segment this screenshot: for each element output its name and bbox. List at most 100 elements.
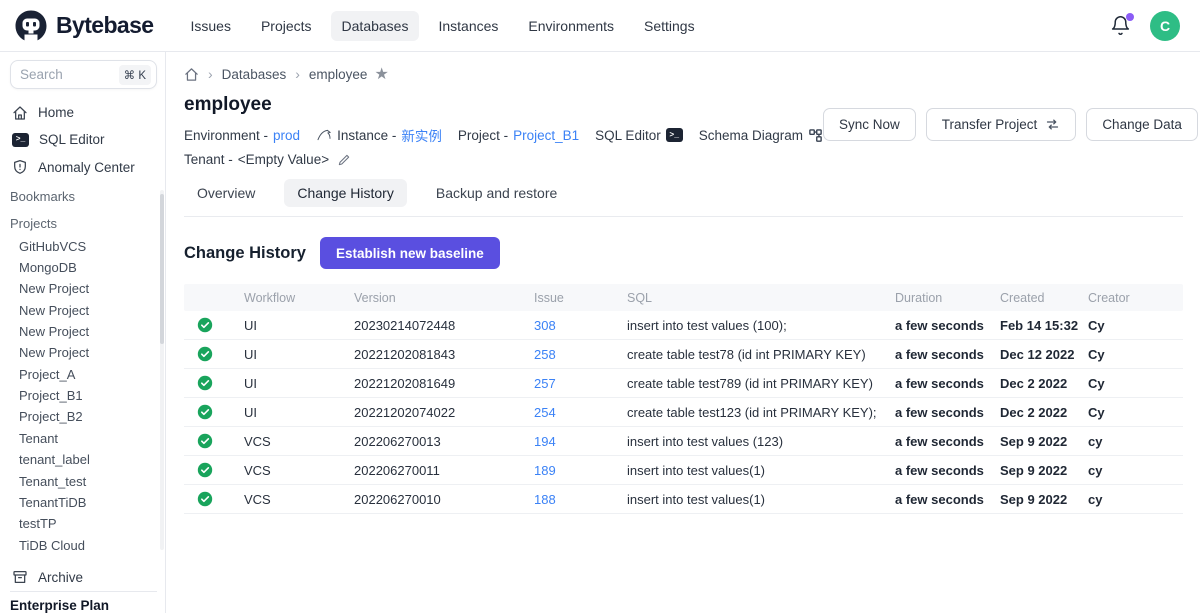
sidebar-project-item[interactable]: New Project bbox=[10, 278, 157, 299]
version-cell: 202206270011 bbox=[354, 463, 534, 478]
breadcrumb-databases[interactable]: Databases bbox=[222, 67, 287, 82]
nav-item[interactable]: Environments bbox=[517, 11, 625, 41]
workflow-cell: UI bbox=[244, 347, 354, 362]
sql-cell: create table test123 (id int PRIMARY KEY… bbox=[627, 405, 895, 420]
issue-link[interactable]: 194 bbox=[534, 434, 627, 449]
issue-link[interactable]: 189 bbox=[534, 463, 627, 478]
tenant-value: <Empty Value> bbox=[238, 152, 329, 167]
issue-link[interactable]: 308 bbox=[534, 318, 627, 333]
created-cell: Sep 9 2022 bbox=[1000, 492, 1088, 507]
issue-link[interactable]: 254 bbox=[534, 405, 627, 420]
edit-pencil-icon[interactable] bbox=[337, 153, 351, 167]
instance-link[interactable]: 新实例 bbox=[401, 125, 442, 145]
projects-section-label: Projects bbox=[10, 212, 157, 235]
sidebar-item-home[interactable]: Home bbox=[10, 99, 157, 126]
project-label: Project - bbox=[458, 128, 508, 143]
sidebar-item-archive[interactable]: Archive bbox=[10, 564, 157, 591]
version-cell: 20221202074022 bbox=[354, 405, 534, 420]
table-row[interactable]: UI 20221202081843 258 create table test7… bbox=[184, 340, 1183, 369]
db-meta-line-2: Tenant - <Empty Value> bbox=[184, 152, 823, 167]
db-tab[interactable]: Change History bbox=[284, 179, 407, 207]
sidebar-project-item[interactable]: New Project bbox=[10, 342, 157, 363]
sql-editor-shortcut[interactable]: SQL Editor >_ bbox=[595, 128, 683, 143]
sidebar-project-item[interactable]: TiDB Cloud bbox=[10, 534, 157, 555]
db-action-button[interactable]: Sync Now bbox=[823, 108, 916, 141]
sidebar-project-item[interactable]: Project_B2 bbox=[10, 406, 157, 427]
nav-item[interactable]: Settings bbox=[633, 11, 706, 41]
version-cell: 202206270010 bbox=[354, 492, 534, 507]
table-row[interactable]: VCS 202206270013 194 insert into test va… bbox=[184, 427, 1183, 456]
plan-footer[interactable]: Enterprise Plan bbox=[10, 591, 157, 613]
button-label: Change Data bbox=[1102, 117, 1182, 132]
table-row[interactable]: VCS 202206270010 188 insert into test va… bbox=[184, 485, 1183, 514]
sql-cell: create table test78 (id int PRIMARY KEY) bbox=[627, 347, 895, 362]
tenant-label: Tenant - bbox=[184, 152, 233, 167]
issue-link[interactable]: 258 bbox=[534, 347, 627, 362]
duration-column-header: Duration bbox=[895, 291, 1000, 305]
db-tab[interactable]: Backup and restore bbox=[423, 179, 570, 207]
db-action-button[interactable]: Change Data bbox=[1086, 108, 1198, 141]
search-box[interactable]: ⌘ K bbox=[10, 60, 157, 89]
sidebar-project-item[interactable]: Project_B1 bbox=[10, 385, 157, 406]
environment-link[interactable]: prod bbox=[273, 128, 300, 143]
sidebar-project-item[interactable]: New Project bbox=[10, 299, 157, 320]
sidebar-project-item[interactable]: tenant_label bbox=[10, 449, 157, 470]
nav-item[interactable]: Projects bbox=[250, 11, 323, 41]
sidebar-project-item[interactable]: MongoDB bbox=[10, 257, 157, 278]
table-row[interactable]: UI 20221202081649 257 create table test7… bbox=[184, 369, 1183, 398]
table-row[interactable]: UI 20221202074022 254 create table test1… bbox=[184, 398, 1183, 427]
sidebar-item-label: Home bbox=[38, 105, 74, 120]
sidebar-project-item[interactable]: Tenant_test bbox=[10, 470, 157, 491]
breadcrumb-employee[interactable]: employee bbox=[309, 67, 368, 82]
transfer-arrows-icon bbox=[1045, 117, 1060, 132]
nav-item[interactable]: Databases bbox=[331, 11, 420, 41]
table-row[interactable]: UI 20230214072448 308 insert into test v… bbox=[184, 311, 1183, 340]
status-cell bbox=[184, 404, 244, 420]
sidebar-project-item[interactable]: New Project bbox=[10, 321, 157, 342]
db-action-button[interactable]: Transfer Project bbox=[926, 108, 1077, 141]
sidebar-project-item[interactable]: Project_A bbox=[10, 364, 157, 385]
page-title: employee bbox=[184, 94, 823, 116]
sql-cell: insert into test values(1) bbox=[627, 492, 895, 507]
archive-icon bbox=[12, 569, 28, 585]
issue-link[interactable]: 257 bbox=[534, 376, 627, 391]
issue-column-header: Issue bbox=[534, 291, 627, 305]
sidebar-item-label: Anomaly Center bbox=[38, 160, 135, 175]
bytebase-logo[interactable]: Bytebase bbox=[14, 9, 153, 43]
user-avatar[interactable]: C bbox=[1150, 11, 1180, 41]
db-tab[interactable]: Overview bbox=[184, 179, 268, 207]
bookmark-star-icon[interactable]: ★ bbox=[374, 64, 388, 84]
schema-diagram-shortcut[interactable]: Schema Diagram bbox=[699, 128, 823, 143]
sidebar-item-sql-editor[interactable]: >_ SQL Editor bbox=[10, 126, 157, 153]
search-shortcut-badge: ⌘ K bbox=[119, 65, 151, 85]
workflow-cell: UI bbox=[244, 376, 354, 391]
issue-link[interactable]: 188 bbox=[534, 492, 627, 507]
sidebar-project-item[interactable]: GitHubVCS bbox=[10, 235, 157, 256]
creator-cell: cy bbox=[1088, 463, 1183, 478]
nav-item[interactable]: Instances bbox=[427, 11, 509, 41]
version-cell: 20221202081843 bbox=[354, 347, 534, 362]
establish-baseline-button[interactable]: Establish new baseline bbox=[320, 237, 500, 269]
sidebar-project-item[interactable]: TenantTiDB bbox=[10, 492, 157, 513]
project-link[interactable]: Project_B1 bbox=[513, 128, 579, 143]
sql-cell: insert into test values(1) bbox=[627, 463, 895, 478]
nav-item[interactable]: Issues bbox=[179, 11, 241, 41]
sidebar-scrollbar-thumb[interactable] bbox=[160, 194, 164, 344]
notifications-bell-icon[interactable] bbox=[1110, 15, 1132, 37]
table-row[interactable]: VCS 202206270011 189 insert into test va… bbox=[184, 456, 1183, 485]
version-column-header: Version bbox=[354, 291, 534, 305]
breadcrumb-home-icon[interactable] bbox=[184, 67, 199, 82]
schema-diagram-icon bbox=[808, 128, 823, 143]
success-check-icon bbox=[197, 375, 213, 391]
change-history-header: Change History Establish new baseline bbox=[184, 237, 1183, 269]
chevron-right-icon: › bbox=[208, 66, 213, 82]
sidebar-item-anomaly-center[interactable]: Anomaly Center bbox=[10, 154, 157, 181]
search-input[interactable] bbox=[20, 67, 100, 82]
brand-name: Bytebase bbox=[56, 12, 153, 39]
status-cell bbox=[184, 462, 244, 478]
status-cell bbox=[184, 375, 244, 391]
sidebar-project-item[interactable]: Tenant bbox=[10, 428, 157, 449]
sidebar-project-item[interactable]: testTP bbox=[10, 513, 157, 534]
status-cell bbox=[184, 317, 244, 333]
success-check-icon bbox=[197, 346, 213, 362]
